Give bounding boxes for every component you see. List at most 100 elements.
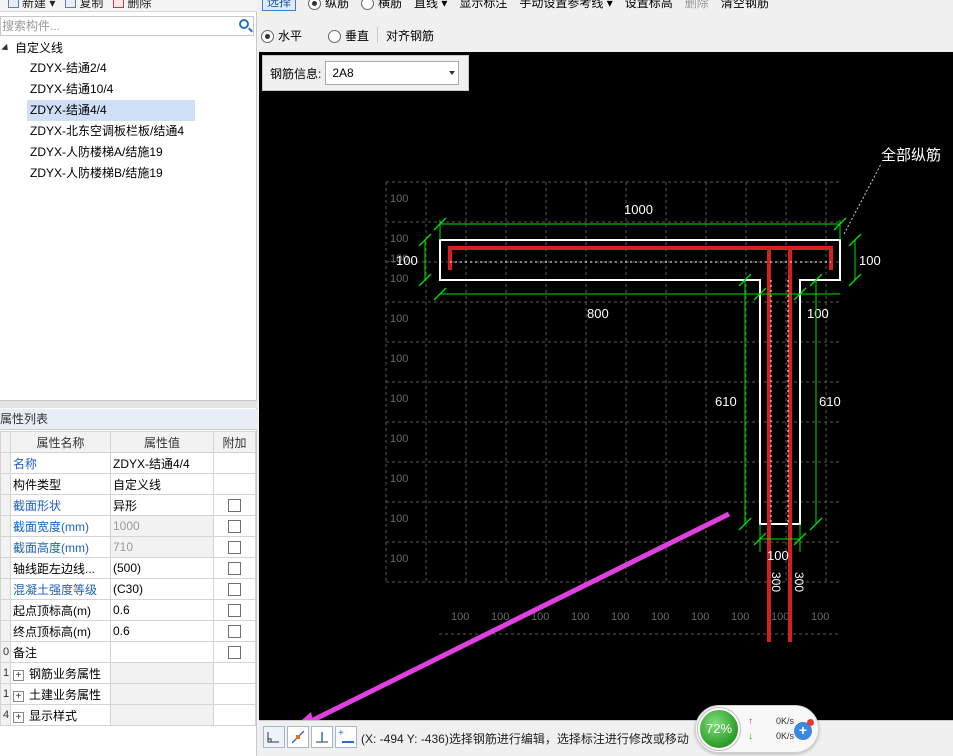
property-value[interactable]: (500)	[110, 557, 214, 579]
property-value[interactable]: 自定义线	[110, 473, 214, 495]
new-icon	[8, 0, 19, 8]
add-dimension-button[interactable]: +	[335, 726, 357, 748]
property-extra[interactable]	[213, 515, 256, 537]
property-row[interactable]: 截面形状 异形	[0, 494, 256, 516]
property-group[interactable]: + 土建业务属性	[10, 683, 111, 705]
property-row[interactable]: 名称 ZDYX-结通4/4	[0, 452, 256, 474]
property-row[interactable]: 终点顶标高(m) 0.6	[0, 620, 256, 642]
chevron-down-icon	[449, 71, 456, 75]
rebar-top	[448, 246, 833, 270]
property-group-row[interactable]: 4 + 显示样式	[0, 704, 256, 726]
manual-reference-dropdown[interactable]: 手动设置参考线 ▾	[519, 0, 612, 11]
property-value[interactable]: 1000	[110, 515, 214, 537]
property-row[interactable]: 截面高度(mm) 710	[0, 536, 256, 558]
network-speed-widget[interactable]: 72% ↑ 0K/s ↓ 0K/s +	[695, 705, 819, 753]
property-name: 构件类型	[10, 473, 111, 495]
checkbox[interactable]	[228, 583, 241, 597]
select-button[interactable]: 选择	[262, 0, 297, 11]
property-extra[interactable]	[213, 620, 256, 642]
show-dimension-button[interactable]: 显示标注	[459, 0, 507, 11]
new-button[interactable]: 新建 ▾	[8, 0, 55, 11]
checkbox[interactable]	[228, 625, 241, 639]
property-value[interactable]: 异形	[110, 494, 214, 516]
property-value[interactable]: (C30)	[110, 578, 214, 600]
checkbox[interactable]	[228, 499, 241, 513]
checkbox[interactable]	[228, 562, 241, 576]
expand-plus-icon[interactable]: +	[13, 711, 24, 723]
property-value[interactable]: 710	[110, 536, 214, 558]
property-value[interactable]: 0.6	[110, 599, 214, 621]
set-elevation-button[interactable]: 设置标高	[625, 0, 673, 11]
dimension-label: 100	[767, 548, 789, 563]
checkbox[interactable]	[228, 520, 241, 534]
property-group-row[interactable]: 1 + 土建业务属性	[0, 683, 256, 705]
align-rebar-button[interactable]: 对齐钢筋	[386, 27, 434, 44]
property-extra[interactable]	[213, 494, 256, 516]
row-index: 1	[0, 683, 11, 705]
rebar-info-select[interactable]: 2A8	[325, 61, 460, 85]
property-value[interactable]	[110, 641, 214, 663]
vertical-radio[interactable]: 垂直	[328, 27, 369, 44]
grid-label: 100	[651, 611, 669, 623]
search-icon[interactable]	[239, 19, 249, 29]
section-drawing[interactable]: 100 100 100 100 100 100 100 100 100 100 100 100 100 1…	[259, 52, 953, 720]
property-value[interactable]: ZDYX-结通4/4	[110, 452, 214, 474]
tree-item[interactable]: ZDYX-结通4/4	[27, 100, 195, 121]
snap-icon	[291, 730, 305, 744]
splitter[interactable]	[0, 400, 257, 408]
property-extra[interactable]	[213, 557, 256, 579]
grid-label: 100	[731, 611, 749, 623]
tree-item[interactable]: ZDYX-北东空调板栏板/结通4	[27, 121, 188, 142]
transverse-radio[interactable]: 横筋	[361, 0, 402, 11]
property-extra[interactable]	[213, 641, 256, 663]
search-input[interactable]: 搜索构件...	[0, 16, 254, 36]
horizontal-radio[interactable]: 水平	[261, 27, 302, 44]
property-value[interactable]: 0.6	[110, 620, 214, 642]
property-row[interactable]: 构件类型 自定义线	[0, 473, 256, 495]
ortho-mode-button[interactable]	[263, 726, 285, 748]
checkbox[interactable]	[228, 604, 241, 618]
property-extra	[213, 662, 256, 684]
radio-icon	[308, 0, 322, 10]
property-group[interactable]: + 钢筋业务属性	[10, 662, 111, 684]
delete-button[interactable]: 删除	[113, 0, 151, 11]
property-extra	[213, 683, 256, 705]
delete-rebar-button[interactable]: 删除	[685, 0, 709, 11]
dimension-add-icon: +	[338, 728, 354, 743]
add-icon[interactable]: +	[794, 719, 814, 740]
property-name: 截面宽度(mm)	[10, 515, 111, 537]
property-row[interactable]: 起点顶标高(m) 0.6	[0, 599, 256, 621]
property-group-row[interactable]: 1 + 钢筋业务属性	[0, 662, 256, 684]
property-group[interactable]: + 显示样式	[10, 704, 111, 726]
dimension-label: 610	[819, 394, 841, 409]
property-extra[interactable]	[213, 473, 256, 495]
expand-caret-icon[interactable]	[1, 43, 11, 53]
perpendicular-button[interactable]	[311, 726, 333, 748]
tree-item[interactable]: ZDYX-人防楼梯B/结施19	[27, 163, 167, 184]
tree-item[interactable]: ZDYX-人防楼梯A/结施19	[27, 142, 167, 163]
property-extra[interactable]	[213, 578, 256, 600]
property-row[interactable]: 截面宽度(mm) 1000	[0, 515, 256, 537]
radio-icon	[328, 29, 342, 43]
property-extra[interactable]	[213, 599, 256, 621]
tree-item[interactable]: ZDYX-结通2/4	[27, 58, 111, 79]
grid-label: 100	[390, 353, 408, 365]
expand-plus-icon[interactable]: +	[13, 690, 24, 702]
longitudinal-radio[interactable]: 纵筋	[308, 0, 349, 11]
expand-plus-icon[interactable]: +	[13, 669, 24, 681]
property-extra[interactable]	[213, 536, 256, 558]
property-row[interactable]: 轴线距左边线... (500)	[0, 557, 256, 579]
property-row[interactable]: 0 备注	[0, 641, 256, 663]
line-dropdown[interactable]: 直线 ▾	[414, 0, 447, 11]
snap-point-button[interactable]	[287, 726, 309, 748]
property-extra[interactable]	[213, 452, 256, 474]
drawing-canvas[interactable]: 100 100 100 100 100 100 100 100 100 100 100 100 100 1…	[259, 52, 953, 720]
property-name: 终点顶标高(m)	[10, 620, 111, 642]
tree-item[interactable]: ZDYX-结通10/4	[27, 79, 117, 100]
checkbox[interactable]	[228, 541, 241, 555]
clear-rebar-button[interactable]: 清空钢筋	[721, 0, 769, 11]
tree-root[interactable]: 自定义线	[0, 38, 254, 58]
copy-button[interactable]: 复制	[65, 0, 103, 11]
property-row[interactable]: 混凝土强度等级 (C30)	[0, 578, 256, 600]
checkbox[interactable]	[228, 646, 241, 660]
